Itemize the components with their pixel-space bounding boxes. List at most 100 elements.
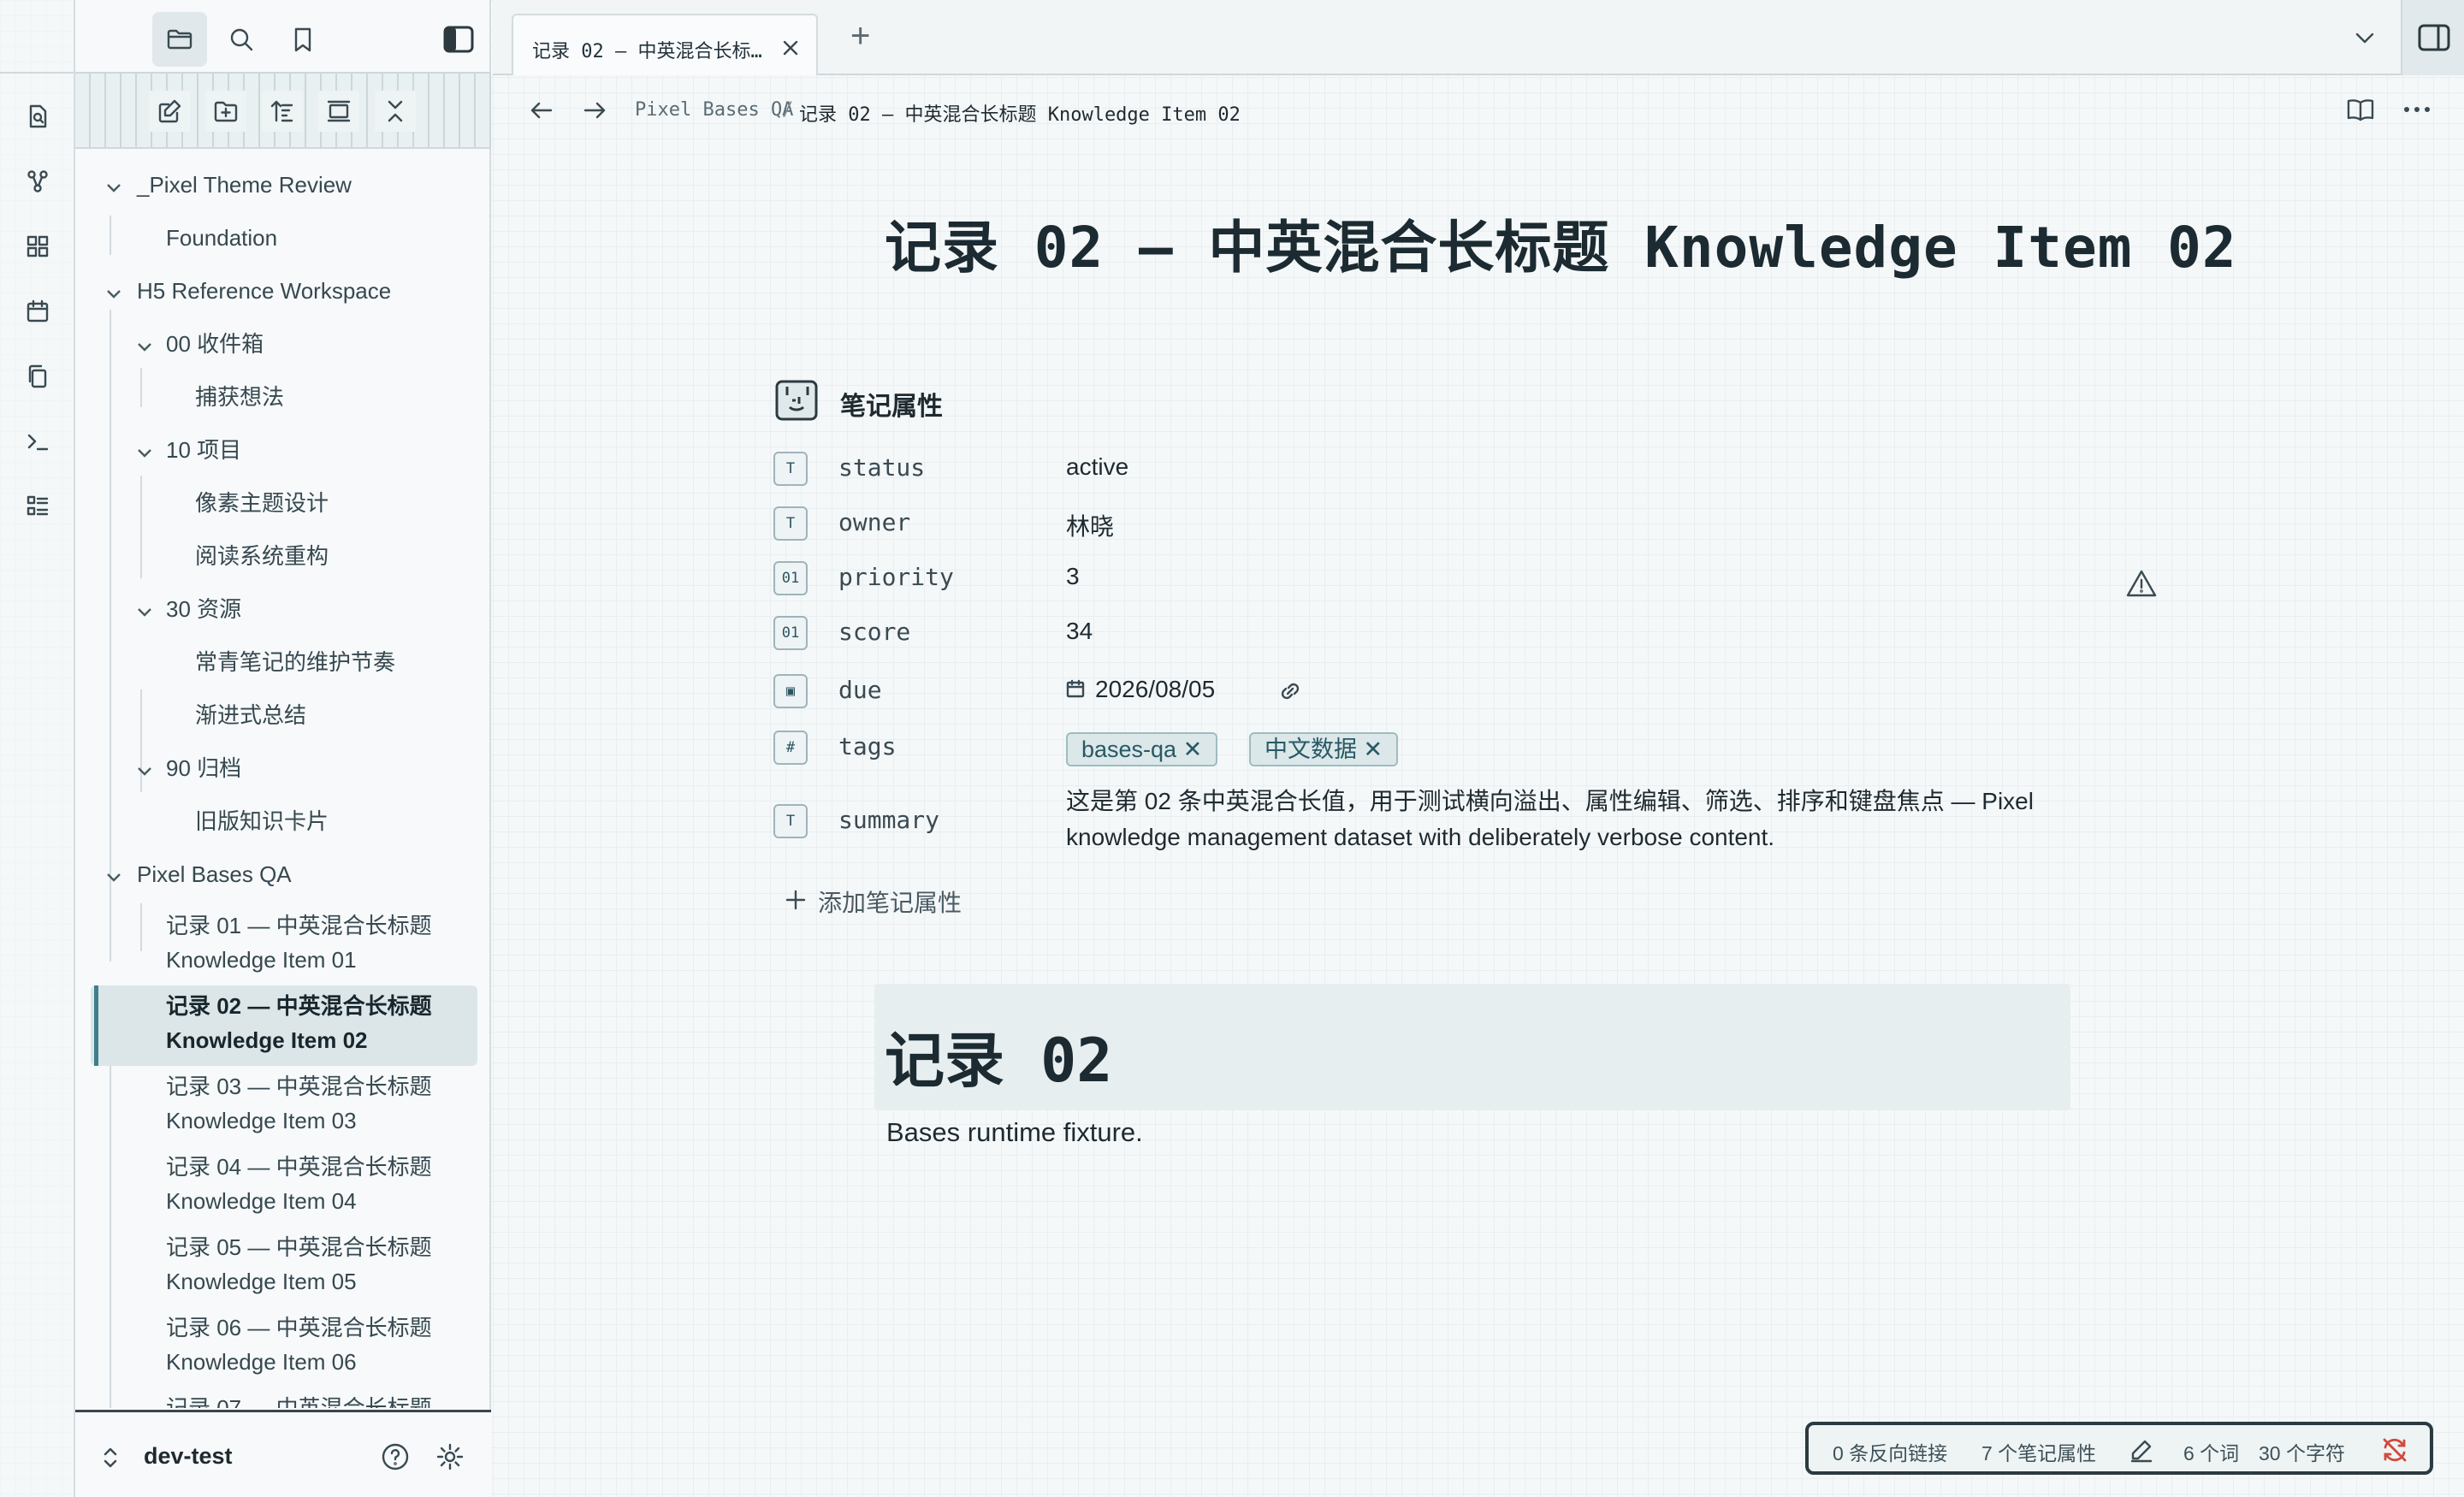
tab-bar: 记录 02 — 中英混合长标… + <box>493 0 2464 75</box>
folder-theme-review[interactable]: _Pixel Theme Review <box>137 168 352 202</box>
property-type-icon[interactable]: T <box>773 804 808 838</box>
property-type-icon[interactable]: ▣ <box>773 674 808 708</box>
file-item-04[interactable]: 记录 04 — 中英混合长标题 Knowledge Item 04 <box>166 1150 457 1218</box>
file-item-01[interactable]: 记录 01 — 中英混合长标题 Knowledge Item 01 <box>166 908 457 977</box>
property-value[interactable]: active <box>1066 453 1128 481</box>
file-pixel-design[interactable]: 像素主题设计 <box>195 486 329 520</box>
property-name[interactable]: tags <box>838 732 896 760</box>
sidebar-toggle-icon[interactable] <box>431 12 486 67</box>
property-value[interactable]: 林晓 <box>1066 508 1114 542</box>
note-paragraph[interactable]: Bases runtime fixture. <box>886 1117 1143 1148</box>
property-name[interactable]: status <box>838 453 925 482</box>
tag-pill[interactable]: bases-qa ✕ <box>1066 732 1218 766</box>
file-capture[interactable]: 捕获想法 <box>195 380 284 414</box>
property-type-icon[interactable]: # <box>773 731 808 765</box>
property-type-icon[interactable]: 01 <box>773 616 808 650</box>
more-options-icon[interactable] <box>2402 103 2431 116</box>
property-type-icon[interactable]: T <box>773 452 808 486</box>
file-reading[interactable]: 阅读系统重构 <box>195 539 329 573</box>
breadcrumb-separator: / <box>782 99 794 121</box>
chevron-down-icon[interactable] <box>104 284 123 303</box>
chevron-down-icon[interactable] <box>135 337 154 356</box>
sync-off-icon[interactable] <box>2380 1435 2409 1464</box>
chevron-down-icon[interactable] <box>135 602 154 621</box>
folder-resources[interactable]: 30 资源 <box>166 592 241 626</box>
breadcrumb-file[interactable]: 记录 02 — 中英混合长标题 Knowledge Item 02 <box>799 99 1241 127</box>
note-heading[interactable]: 记录 02 <box>885 1013 1112 1099</box>
property-name[interactable]: owner <box>838 508 910 536</box>
file-item-02-active[interactable]: 记录 02 — 中英混合长标题 Knowledge Item 02 <box>166 989 457 1057</box>
file-old-cards[interactable]: 旧版知识卡片 <box>195 804 329 838</box>
tag-pill[interactable]: 中文数据 ✕ <box>1249 732 1399 766</box>
property-name[interactable]: summary <box>838 806 939 834</box>
chevron-down-icon[interactable] <box>104 178 123 197</box>
file-progressive[interactable]: 渐进式总结 <box>195 698 306 732</box>
link-icon[interactable] <box>1275 676 1306 707</box>
folder-inbox[interactable]: 00 收件箱 <box>166 327 264 361</box>
calendar-small-icon <box>1066 679 1085 698</box>
grid-icon[interactable] <box>17 226 58 267</box>
right-sidebar-toggle[interactable] <box>2401 0 2464 75</box>
search-doc-icon[interactable] <box>17 96 58 137</box>
remove-tag-icon[interactable]: ✕ <box>1183 737 1203 762</box>
plus-icon[interactable] <box>784 888 808 912</box>
property-name[interactable]: due <box>838 676 882 704</box>
chevron-down-icon[interactable] <box>135 761 154 780</box>
bookmark-icon[interactable] <box>275 12 330 67</box>
property-type-icon[interactable]: T <box>773 506 808 541</box>
active-file-indicator <box>94 985 98 1066</box>
graph-icon[interactable] <box>17 161 58 202</box>
back-arrow-icon[interactable] <box>527 96 556 125</box>
property-type-icon[interactable]: 01 <box>773 561 808 595</box>
vault-name[interactable]: dev-test <box>144 1443 233 1470</box>
explorer-toolbar <box>75 74 491 149</box>
status-backlinks[interactable]: 0 条反向链接 <box>1833 1437 1947 1466</box>
file-item-05[interactable]: 记录 05 — 中英混合长标题 Knowledge Item 05 <box>166 1230 457 1299</box>
tab-active-note[interactable]: 记录 02 — 中英混合长标… <box>512 14 818 75</box>
property-value[interactable]: 34 <box>1066 618 1093 645</box>
property-value-summary[interactable]: 这是第 02 条中英混合长值，用于测试横向溢出、属性编辑、筛选、排序和键盘焦点 … <box>1066 784 2050 855</box>
edit-mode-icon[interactable] <box>2129 1437 2154 1463</box>
folder-icon[interactable] <box>152 12 207 67</box>
terminal-icon[interactable] <box>17 421 58 462</box>
add-property-button[interactable]: 添加笔记属性 <box>818 885 962 919</box>
folder-workspace[interactable]: H5 Reference Workspace <box>137 274 391 308</box>
property-name[interactable]: priority <box>838 563 954 591</box>
forward-arrow-icon[interactable] <box>580 96 609 125</box>
property-value-date[interactable]: 2026/08/05 <box>1095 676 1215 703</box>
reading-view-icon[interactable] <box>2344 94 2377 127</box>
remove-tag-icon[interactable]: ✕ <box>1364 737 1383 762</box>
note-title[interactable]: 记录 02 — 中英混合长标题 Knowledge Item 02 <box>885 202 2237 284</box>
list-icon[interactable] <box>17 486 58 527</box>
folder-projects[interactable]: 10 项目 <box>166 433 241 467</box>
new-tab-button[interactable]: + <box>850 15 870 56</box>
file-item-06[interactable]: 记录 06 — 中英混合长标题 Knowledge Item 06 <box>166 1311 457 1379</box>
calendar-icon[interactable] <box>17 291 58 332</box>
close-tab-icon[interactable] <box>780 38 801 58</box>
chevron-down-icon[interactable] <box>104 867 123 886</box>
file-foundation[interactable]: Foundation <box>166 221 277 255</box>
new-folder-icon[interactable] <box>205 91 246 132</box>
copy-icon[interactable] <box>17 356 58 397</box>
property-value[interactable]: 3 <box>1066 563 1080 590</box>
file-item-07[interactable]: 记录 07 — 中英混合长标题 <box>166 1391 457 1408</box>
search-icon[interactable] <box>214 12 269 67</box>
collapse-all-icon[interactable] <box>318 91 359 132</box>
file-evergreen[interactable]: 常青笔记的维护节奏 <box>195 645 395 679</box>
breadcrumb-folder[interactable]: Pixel Bases QA <box>635 99 793 121</box>
help-icon[interactable] <box>380 1441 411 1472</box>
sort-icon[interactable] <box>262 91 303 132</box>
status-chars: 30 个字符 <box>2259 1442 2345 1464</box>
folder-archive[interactable]: 90 归档 <box>166 751 241 785</box>
settings-gear-icon[interactable] <box>435 1441 465 1472</box>
close-icon[interactable] <box>375 91 416 132</box>
folder-bases-qa[interactable]: Pixel Bases QA <box>137 857 292 891</box>
chevron-updown-icon[interactable] <box>101 1445 120 1470</box>
file-item-03[interactable]: 记录 03 — 中英混合长标题 Knowledge Item 03 <box>166 1069 457 1138</box>
ribbon-header <box>0 0 74 74</box>
tab-list-chevron-icon[interactable] <box>2353 26 2377 50</box>
chevron-down-icon[interactable] <box>135 443 154 462</box>
property-name[interactable]: score <box>838 618 910 646</box>
new-note-icon[interactable] <box>149 91 190 132</box>
status-properties[interactable]: 7 个笔记属性 <box>1981 1437 2096 1466</box>
